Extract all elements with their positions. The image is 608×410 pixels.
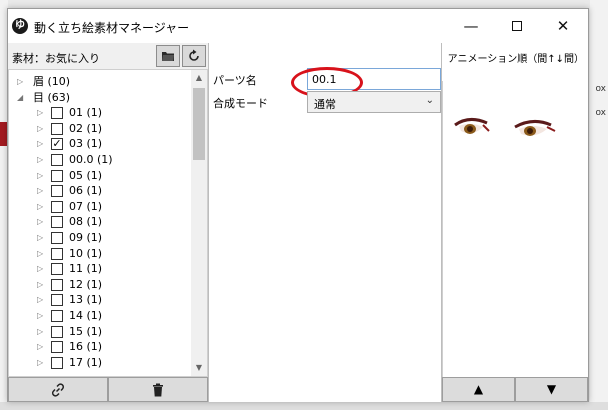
animation-order-footer: ▲ ▼ — [442, 377, 588, 402]
delete-button[interactable] — [108, 377, 208, 402]
scroll-down-arrow-icon[interactable]: ▼ — [191, 360, 207, 376]
blend-mode-label: 合成モード — [213, 97, 268, 110]
expand-arrow-icon[interactable]: ▷ — [37, 105, 43, 121]
expand-arrow-icon[interactable]: ▷ — [37, 168, 43, 184]
expand-arrow-icon[interactable]: ▷ — [37, 308, 43, 324]
tree-item-label: 05 (1) — [69, 168, 103, 182]
blend-mode-value: 通常 — [314, 98, 336, 111]
tree-item-label: 15 (1) — [69, 324, 103, 338]
tree-item-label: 07 (1) — [69, 199, 103, 213]
tree-item-checkbox[interactable] — [51, 325, 63, 338]
tree-item-checkbox[interactable] — [51, 310, 63, 322]
expand-arrow-icon[interactable]: ▷ — [17, 74, 23, 90]
properties-panel: パーツ名 合成モード 通常 ⌄ — [208, 43, 442, 402]
tree-item-checkbox[interactable] — [51, 122, 63, 135]
preview-area — [442, 81, 588, 377]
animation-order-label: アニメーション順（間↑↓間） — [447, 54, 584, 65]
expand-arrow-icon[interactable]: ▷ — [37, 261, 43, 277]
parts-name-input[interactable] — [307, 68, 441, 90]
expand-arrow-icon[interactable]: ▷ — [37, 339, 43, 355]
refresh-button[interactable] — [182, 45, 206, 67]
expand-arrow-icon[interactable]: ▷ — [37, 355, 43, 371]
expand-arrow-icon[interactable]: ▷ — [37, 199, 43, 215]
tree-item-checkbox[interactable] — [51, 185, 63, 198]
expand-arrow-icon[interactable]: ▷ — [37, 214, 43, 230]
eye-preview-image — [454, 118, 556, 136]
tree-item-checkbox[interactable] — [51, 200, 63, 213]
background-fragment-text: ox — [595, 84, 606, 94]
tree-item-label: 00.0 (1) — [69, 153, 113, 166]
expand-arrow-icon[interactable]: ▷ — [37, 152, 43, 168]
tree-item-checkbox[interactable] — [51, 216, 63, 229]
folder-icon — [162, 52, 174, 61]
background-app-right: ox ox — [590, 0, 608, 410]
tree-item-label: 16 (1) — [69, 340, 103, 354]
chevron-down-icon: ⌄ — [425, 95, 434, 106]
expand-arrow-icon[interactable]: ▷ — [37, 292, 43, 308]
material-tree[interactable]: ▷ 17 (1) ▷ 16 (1) ▷ 15 (1) ▷ 14 (1) ▷ 13 (1) ▷ 12 (… — [8, 69, 208, 377]
maximize-icon — [512, 20, 522, 31]
tree-item-label: 08 (1) — [69, 215, 103, 229]
expand-arrow-icon[interactable]: ▷ — [37, 136, 43, 152]
parts-name-label: パーツ名 — [213, 74, 257, 87]
minimize-button[interactable]: — — [448, 9, 494, 43]
tree-item-checkbox[interactable] — [51, 107, 63, 120]
expand-arrow-icon[interactable]: ▷ — [37, 324, 43, 340]
tree-item-checkbox[interactable] — [51, 169, 63, 182]
move-down-button[interactable]: ▼ — [515, 377, 588, 402]
tree-item-checkbox[interactable] — [51, 263, 63, 276]
background-app-bottom — [0, 402, 608, 410]
tree-item-label: 眉 (10) — [33, 75, 71, 88]
tree-item-label: 11 (1) — [69, 262, 103, 276]
title-bar[interactable]: ゆ 動く立ち絵素材マネージャー — ✕ — [8, 9, 588, 43]
expand-arrow-icon[interactable]: ▷ — [37, 183, 43, 199]
tree-item-checkbox[interactable] — [51, 341, 63, 354]
tree-item-checkbox[interactable]: ✓ — [51, 138, 63, 151]
scroll-up-arrow-icon[interactable]: ▲ — [191, 70, 207, 86]
trash-icon — [153, 383, 163, 397]
material-header: 素材：お気に入り — [8, 43, 208, 69]
tree-item-checkbox[interactable] — [51, 232, 63, 244]
tree-item-checkbox[interactable] — [51, 154, 63, 166]
expand-arrow-icon[interactable]: ▷ — [37, 277, 43, 293]
tree-item-label: 10 (1) — [69, 246, 103, 260]
animation-order-header: アニメーション順（間↑↓間） — [442, 43, 588, 81]
tree-item-checkbox[interactable] — [51, 356, 63, 369]
app-icon: ゆ — [12, 18, 28, 34]
tree-item-label: 02 (1) — [69, 121, 103, 135]
link-button[interactable] — [8, 377, 108, 402]
tree-item-label: 09 (1) — [69, 231, 103, 244]
window-title: 動く立ち絵素材マネージャー — [34, 21, 190, 35]
tree-item-checkbox[interactable] — [51, 247, 63, 260]
link-icon — [51, 383, 65, 397]
tree-item-label: 03 (1) — [69, 137, 103, 151]
tree-item-label: 06 (1) — [69, 184, 103, 198]
tree-item-label: 目 (63) — [33, 90, 71, 104]
material-footer — [8, 377, 208, 402]
expand-arrow-icon[interactable]: ▷ — [37, 230, 43, 246]
tree-item-checkbox[interactable] — [51, 278, 63, 291]
expand-arrow-icon[interactable]: ▷ — [37, 246, 43, 262]
app-window: ゆ 動く立ち絵素材マネージャー — ✕ 素材：お気に入り ▷ 17 (1) ▷ 16 … — [7, 8, 589, 402]
refresh-icon — [189, 49, 199, 61]
tree-item-label: 14 (1) — [69, 309, 103, 322]
close-button[interactable]: ✕ — [540, 9, 586, 43]
tree-item-label: 01 (1) — [69, 106, 103, 120]
collapse-arrow-icon[interactable]: ◢ — [17, 90, 23, 106]
expand-arrow-icon[interactable]: ▷ — [37, 121, 43, 137]
tree-item-checkbox[interactable] — [51, 294, 63, 307]
tree-scrollbar[interactable]: ▲ ▼ — [191, 70, 207, 376]
open-folder-button[interactable] — [156, 45, 180, 67]
tree-item-label: 17 (1) — [69, 355, 103, 369]
material-label: 素材：お気に入り — [12, 52, 100, 65]
scroll-thumb[interactable] — [193, 88, 205, 160]
tree-item-label: 13 (1) — [69, 293, 103, 307]
blend-mode-select[interactable]: 通常 ⌄ — [307, 91, 441, 113]
background-fragment-text: ox — [595, 108, 606, 118]
tree-item-label: 12 (1) — [69, 277, 103, 291]
maximize-button[interactable] — [494, 9, 540, 43]
move-up-button[interactable]: ▲ — [442, 377, 515, 402]
